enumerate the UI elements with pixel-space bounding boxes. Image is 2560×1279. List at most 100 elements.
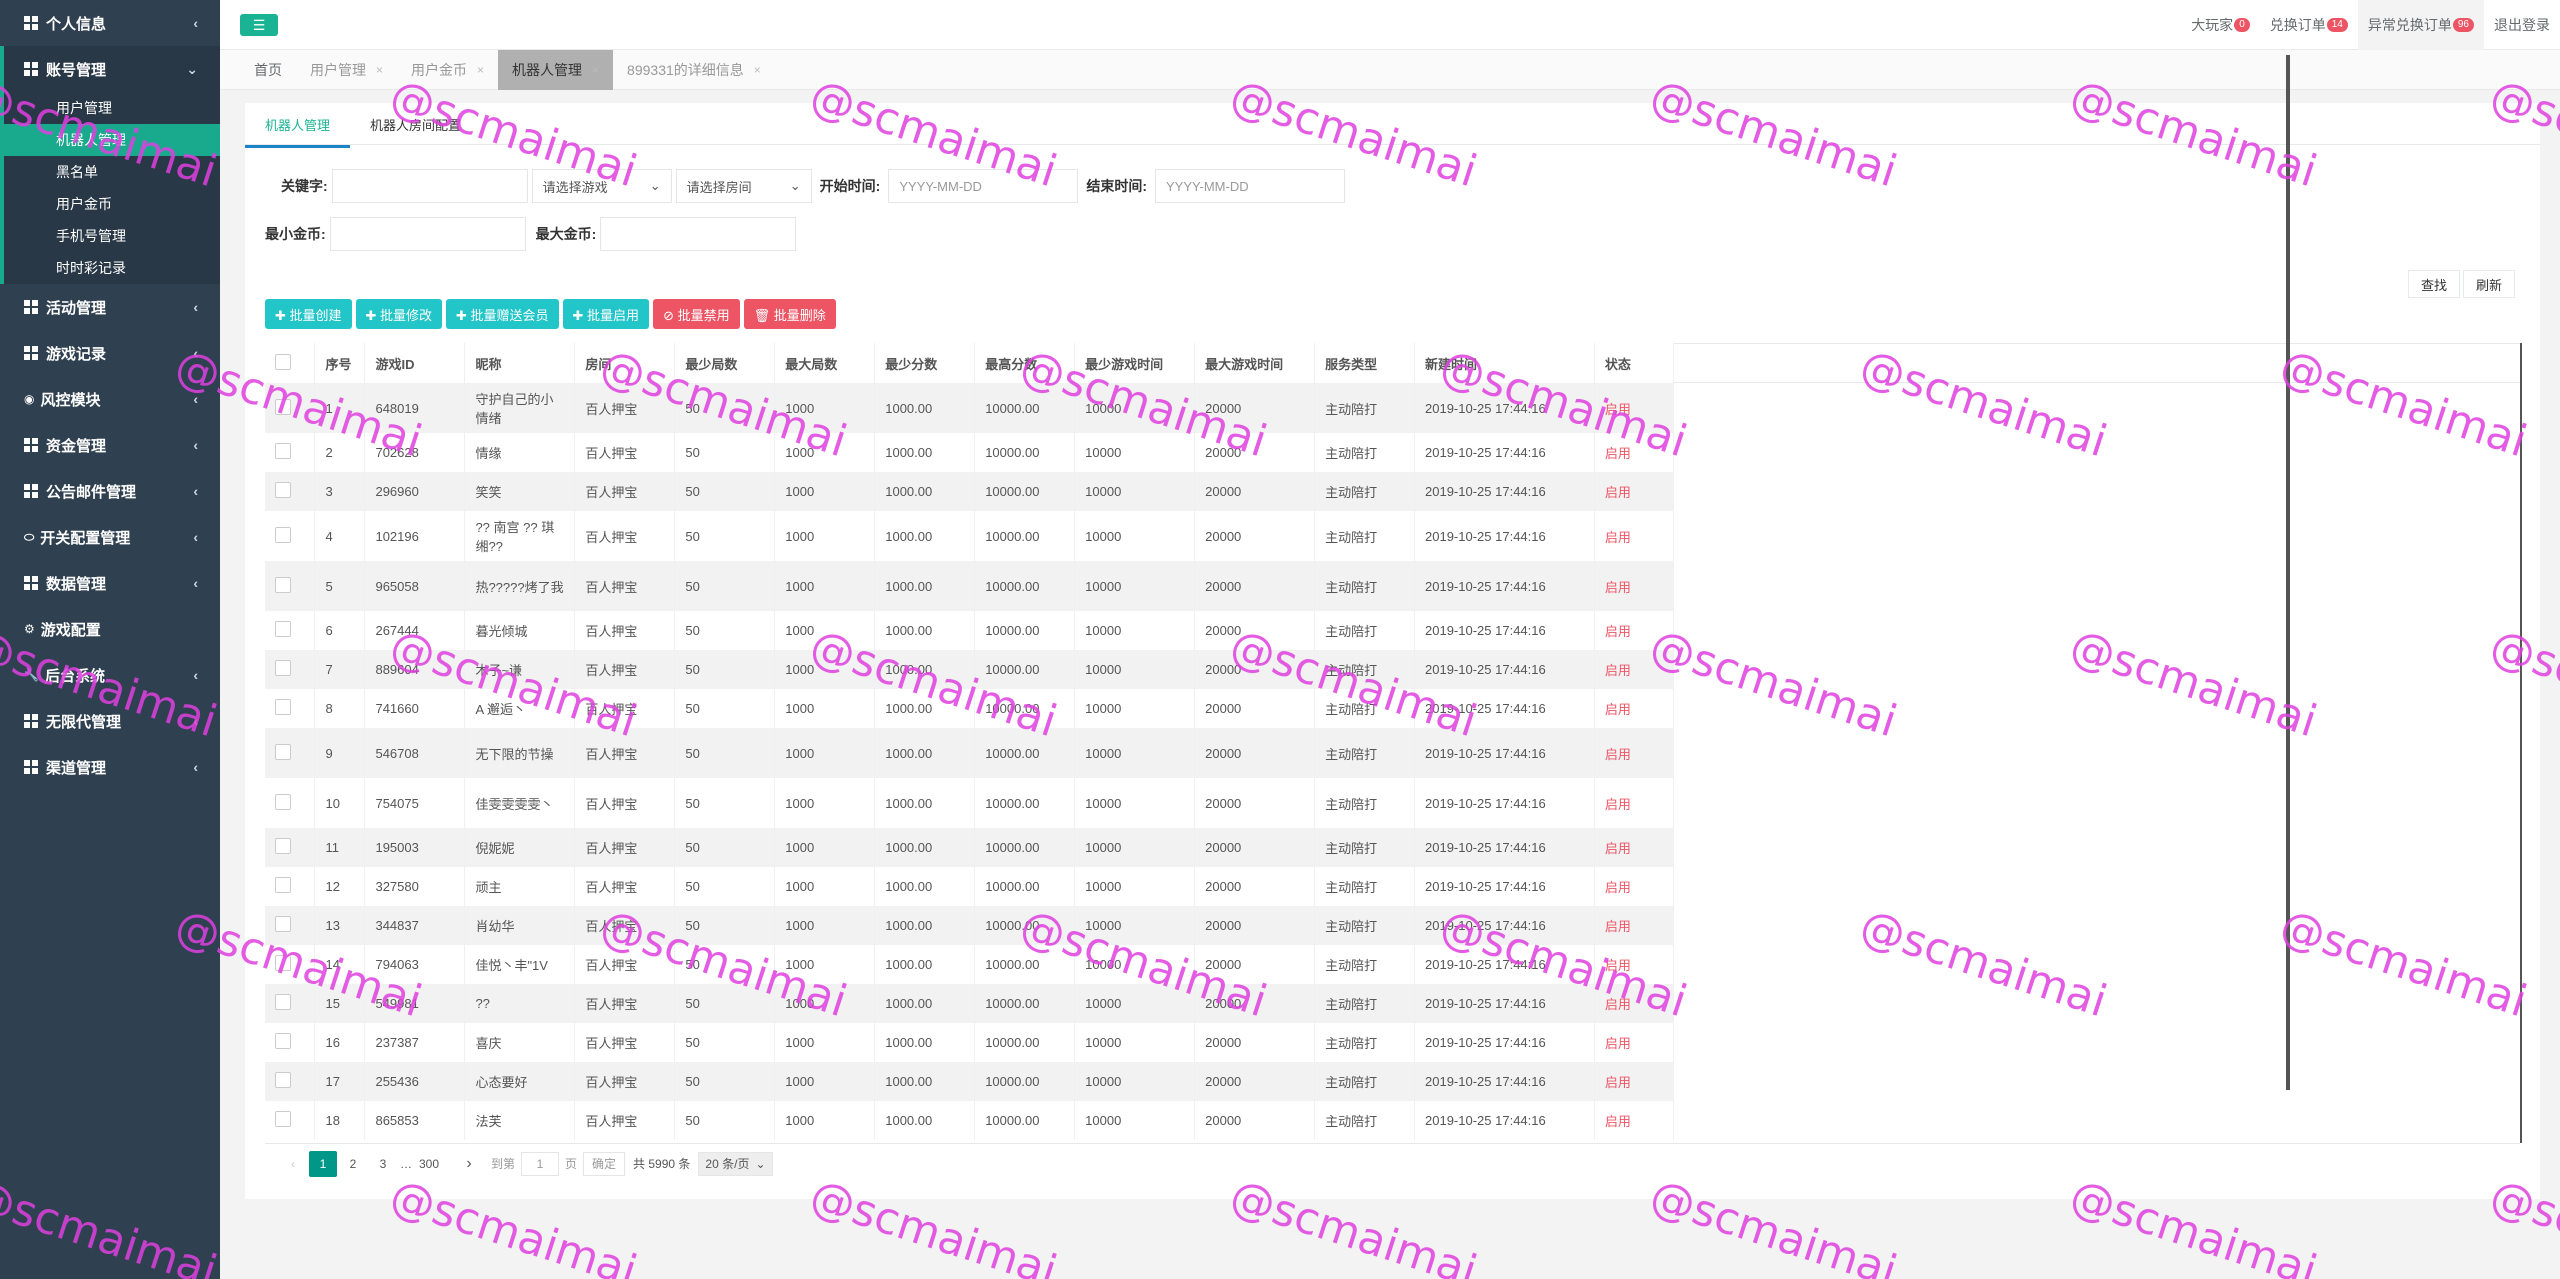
table-cell[interactable]: 启用 [1594, 383, 1675, 433]
row-checkbox[interactable] [275, 1072, 291, 1088]
start-time-input[interactable]: YYYY-MM-DD [888, 169, 1079, 203]
table-cell[interactable]: 启用 [1594, 778, 1675, 828]
page-size-select[interactable]: 20 条/页 ⌄ [698, 1151, 773, 1176]
top-link[interactable]: 兑换订单 14 [2260, 0, 2358, 50]
table-cell[interactable]: 启用 [1594, 984, 1675, 1023]
row-checkbox[interactable] [275, 877, 291, 893]
keyword-input[interactable] [331, 169, 528, 203]
row-checkbox[interactable] [275, 576, 291, 593]
sidebar-group-header[interactable]: 活动管理 ‹ [0, 284, 220, 330]
row-checkbox[interactable] [275, 1111, 291, 1127]
top-link[interactable]: 大玩家 0 [2181, 0, 2260, 50]
column-header[interactable] [265, 343, 316, 383]
row-checkbox[interactable] [275, 793, 291, 810]
sidebar-group-header[interactable]: 渠道管理 ‹ [0, 744, 220, 790]
refresh-button[interactable]: 刷新 [2463, 270, 2516, 298]
table-cell[interactable]: 启用 [1594, 906, 1675, 945]
sidebar-item[interactable]: 时时彩记录 [4, 252, 220, 284]
page-last-button[interactable]: 300 [415, 1151, 443, 1177]
close-icon[interactable]: × [477, 63, 484, 77]
batch-action-button[interactable]: 🗑 批量删除 [743, 299, 836, 329]
row-checkbox[interactable] [275, 526, 291, 543]
batch-action-button[interactable]: ✚ 批量启用 [562, 299, 650, 329]
sidebar-item[interactable]: 机器人管理 [4, 124, 220, 156]
row-checkbox[interactable] [275, 994, 291, 1010]
sidebar-group-header[interactable]: ◉ 风控模块 ‹ [0, 376, 220, 422]
table-cell[interactable]: 启用 [1594, 472, 1675, 511]
select-all-checkbox[interactable] [275, 353, 291, 370]
row-checkbox[interactable] [275, 699, 291, 715]
table-cell[interactable]: 启用 [1594, 689, 1675, 728]
batch-action-button[interactable]: ✚ 批量修改 [355, 299, 443, 329]
page-1-button[interactable]: 1 [309, 1150, 337, 1177]
table-cell[interactable]: 启用 [1594, 561, 1675, 611]
top-link[interactable]: 退出登录 [2484, 0, 2560, 50]
max-coin-input[interactable] [600, 217, 797, 251]
row-checkbox[interactable] [275, 838, 291, 854]
end-time-input[interactable]: YYYY-MM-DD [1155, 169, 1346, 203]
sidebar-group-header[interactable]: 资金管理 ‹ [0, 422, 220, 468]
page-scrollbar[interactable] [2286, 55, 2290, 1090]
sub-tab[interactable]: 机器人管理 [245, 103, 351, 148]
goto-confirm-button[interactable]: 确定 [583, 1151, 626, 1176]
sidebar-item[interactable]: 用户管理 [4, 92, 220, 124]
min-coin-input[interactable] [329, 217, 526, 251]
row-checkbox[interactable] [275, 482, 291, 498]
table-cell[interactable]: 启用 [1594, 867, 1675, 906]
game-select[interactable]: 请选择游戏 ⌄ [531, 169, 672, 203]
row-checkbox[interactable] [275, 1033, 291, 1049]
row-checkbox[interactable] [275, 443, 291, 459]
table-cell[interactable]: 启用 [1594, 650, 1675, 689]
page-tab[interactable]: 用户管理 × [296, 50, 397, 90]
table-cell[interactable]: 启用 [1594, 945, 1675, 984]
sidebar-group-header[interactable]: ⬭ 开关配置管理 ‹ [0, 514, 220, 560]
close-icon[interactable]: × [754, 63, 761, 77]
page-tab[interactable]: 用户金币 × [397, 50, 498, 90]
batch-action-button[interactable]: ✚ 批量赠送会员 [446, 299, 559, 329]
table-cell[interactable]: 启用 [1594, 1101, 1675, 1140]
table-cell[interactable]: 启用 [1594, 828, 1675, 867]
batch-action-button[interactable]: ⊘ 批量禁用 [653, 299, 740, 329]
sidebar-group-header[interactable]: 账号管理 ⌄ [4, 46, 220, 92]
menu-toggle-button[interactable]: ☰ [240, 14, 278, 36]
table-cell[interactable]: 启用 [1594, 1062, 1675, 1101]
prev-page-button[interactable]: ‹ [279, 1151, 307, 1177]
room-select[interactable]: 请选择房间 ⌄ [675, 169, 812, 203]
table-cell[interactable]: 启用 [1594, 611, 1675, 650]
row-checkbox[interactable] [275, 916, 291, 932]
row-checkbox[interactable] [275, 621, 291, 637]
row-checkbox[interactable] [275, 660, 291, 676]
close-icon[interactable]: × [376, 63, 383, 77]
sidebar-group-header[interactable]: 数据管理 ‹ [0, 560, 220, 606]
page-2-button[interactable]: 2 [339, 1151, 367, 1177]
sidebar-item[interactable]: 手机号管理 [4, 220, 220, 252]
row-checkbox[interactable] [275, 743, 291, 760]
table-cell: 百人押宝 [574, 945, 676, 984]
sidebar-item[interactable]: 用户金币 [4, 188, 220, 220]
page-tab[interactable]: 机器人管理 × [498, 50, 614, 90]
next-page-button[interactable]: › [455, 1151, 483, 1177]
close-icon[interactable]: × [592, 63, 599, 77]
batch-action-button[interactable]: ✚ 批量创建 [265, 299, 352, 329]
search-button[interactable]: 查找 [2408, 270, 2461, 298]
table-cell[interactable]: 启用 [1594, 1023, 1675, 1062]
page-3-button[interactable]: 3 [369, 1151, 397, 1177]
page-tab[interactable]: 899331的详细信息 × [613, 50, 775, 90]
sidebar-group-header[interactable]: 游戏记录 ‹ [0, 330, 220, 376]
sidebar-group-header[interactable]: 公告邮件管理 ‹ [0, 468, 220, 514]
table-cell[interactable]: 启用 [1594, 728, 1675, 778]
sidebar-group-header[interactable]: ⚙ 游戏配置 [0, 606, 220, 652]
row-checkbox[interactable] [275, 955, 291, 971]
top-link[interactable]: 异常兑换订单 96 [2357, 0, 2484, 50]
row-checkbox[interactable] [275, 398, 291, 415]
page-tab[interactable]: 首页 [240, 50, 296, 90]
sidebar-item[interactable]: 黑名单 [4, 156, 220, 188]
table-scrollbar[interactable] [2520, 343, 2522, 1143]
sub-tab[interactable]: 机器人房间配置 [350, 103, 481, 145]
sidebar-group-header[interactable]: 个人信息 ‹ [0, 0, 220, 46]
sidebar-group-header[interactable]: 无限代管理 ‹ [0, 698, 220, 744]
table-cell[interactable]: 启用 [1594, 433, 1675, 472]
sidebar-group-header[interactable]: 🔧 后台系统 ‹ [0, 652, 220, 698]
goto-page-input[interactable]: 1 [521, 1151, 560, 1176]
table-cell[interactable]: 启用 [1594, 511, 1675, 561]
